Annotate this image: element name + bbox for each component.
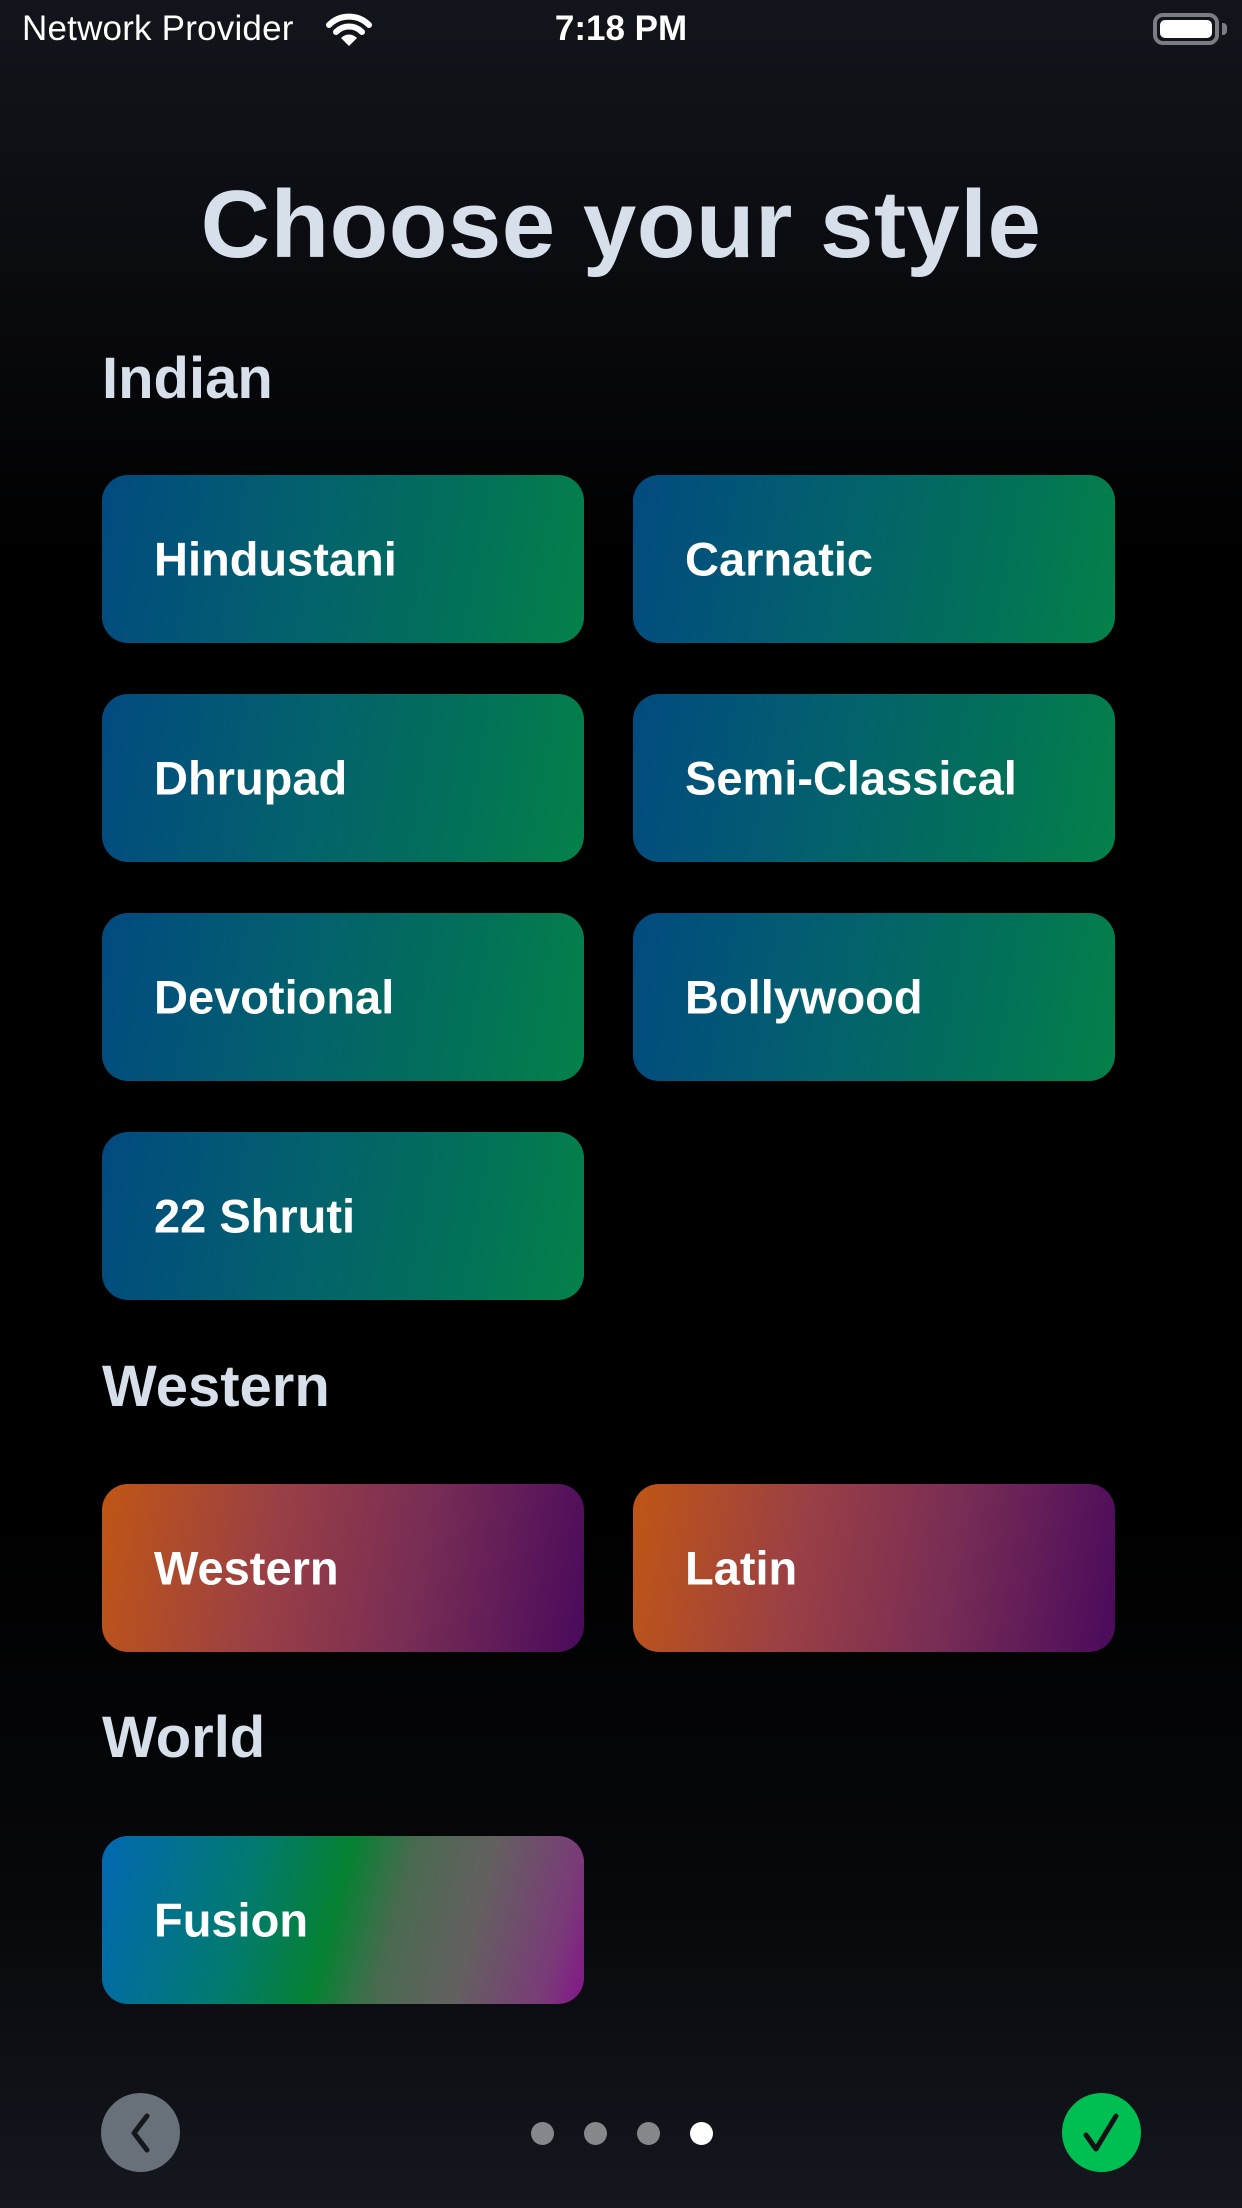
section-heading-world: World xyxy=(102,1705,266,1770)
style-card-devotional[interactable]: Devotional xyxy=(102,913,584,1081)
style-card-semi-classical[interactable]: Semi-Classical xyxy=(633,694,1115,862)
style-card-bollywood[interactable]: Bollywood xyxy=(633,913,1115,1081)
style-card-label: Dhrupad xyxy=(154,751,348,805)
style-card-fusion[interactable]: Fusion xyxy=(102,1836,584,2004)
style-card-label: 22 Shruti xyxy=(154,1189,356,1243)
style-card-carnatic[interactable]: Carnatic xyxy=(633,475,1115,643)
style-card-hindustani[interactable]: Hindustani xyxy=(102,475,584,643)
page-dot-3[interactable] xyxy=(637,2122,660,2145)
battery-full-icon xyxy=(1153,13,1219,45)
style-card-label: Latin xyxy=(685,1541,798,1595)
style-card-latin[interactable]: Latin xyxy=(633,1484,1115,1652)
style-card-label: Fusion xyxy=(154,1893,309,1947)
chevron-left-icon xyxy=(131,2113,150,2153)
style-card-label: Carnatic xyxy=(685,532,874,586)
checkmark-icon xyxy=(1083,2113,1119,2152)
battery-level xyxy=(1160,20,1212,38)
status-bar: Network Provider 7:18 PM xyxy=(0,0,1242,62)
battery-tip xyxy=(1222,23,1227,35)
style-card-label: Western xyxy=(154,1541,339,1595)
style-card-western[interactable]: Western xyxy=(102,1484,584,1652)
page-title: Choose your style xyxy=(200,171,1042,278)
style-card-dhrupad[interactable]: Dhrupad xyxy=(102,694,584,862)
page-dot-1[interactable] xyxy=(531,2122,554,2145)
page-dot-2[interactable] xyxy=(584,2122,607,2145)
style-card-label: Bollywood xyxy=(685,970,923,1024)
style-card-22-shruti[interactable]: 22 Shruti xyxy=(102,1132,584,1300)
done-button[interactable] xyxy=(1062,2093,1141,2172)
style-card-label: Devotional xyxy=(154,970,395,1024)
clock-time: 7:18 PM xyxy=(554,9,688,48)
style-card-label: Semi-Classical xyxy=(685,751,1017,805)
section-heading-western: Western xyxy=(102,1354,330,1419)
style-card-label: Hindustani xyxy=(154,532,397,586)
section-heading-indian: Indian xyxy=(102,346,273,411)
clock: 7:18 PM xyxy=(0,9,1242,49)
back-button[interactable] xyxy=(101,2093,180,2172)
page-dot-4-active[interactable] xyxy=(690,2122,713,2145)
